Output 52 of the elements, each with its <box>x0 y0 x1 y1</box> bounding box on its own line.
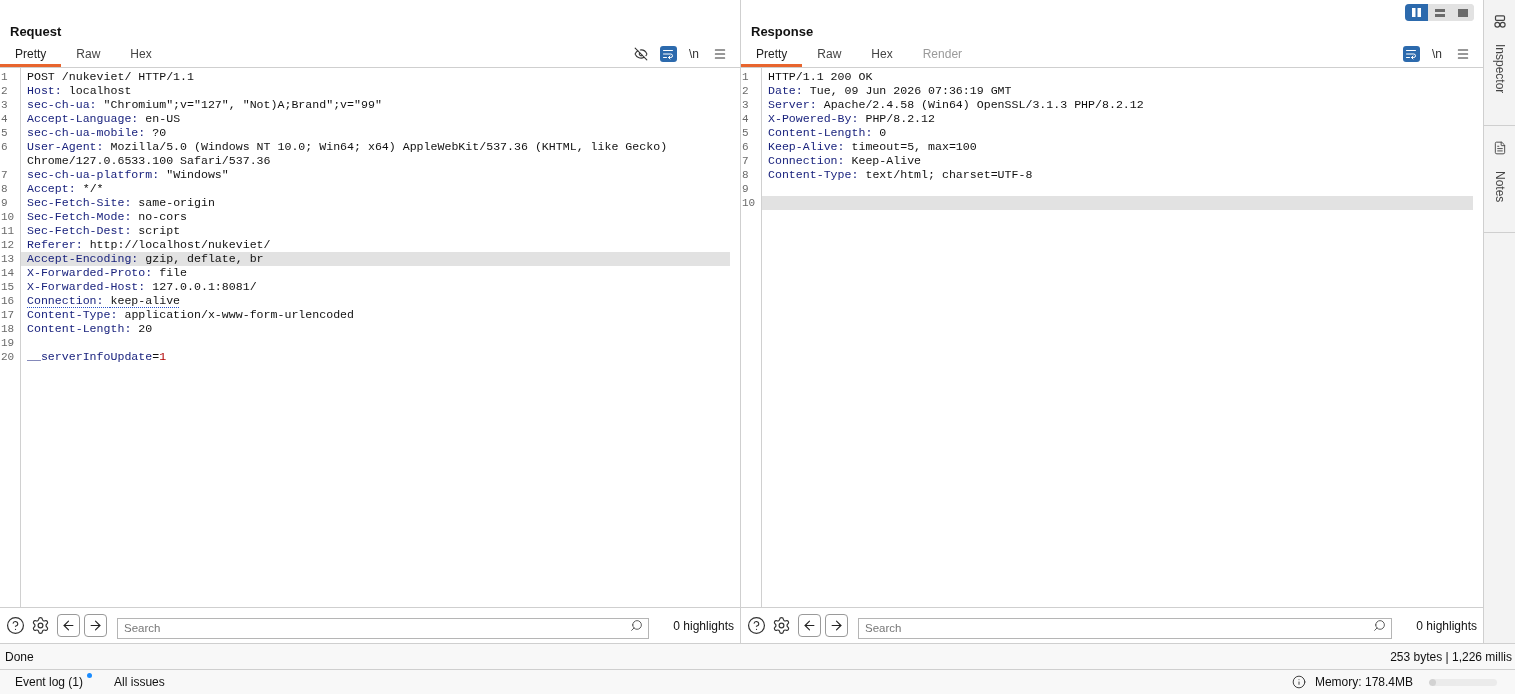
bottom-tab[interactable]: Event log (1) <box>15 673 93 691</box>
side-tab[interactable]: Notes <box>1484 126 1515 233</box>
highlights-count: 0 highlights <box>1416 617 1477 635</box>
help-button[interactable] <box>747 616 766 635</box>
menu-icon <box>1455 47 1470 61</box>
arrow-right-icon <box>829 618 844 633</box>
view-tab[interactable]: Pretty <box>0 41 62 67</box>
arrow-right-icon <box>88 618 103 633</box>
newline-button[interactable]: \n <box>687 46 701 62</box>
hide-button[interactable] <box>633 46 650 62</box>
search-field[interactable]: Search <box>117 617 650 639</box>
memory-usage: Memory: 178.4MB <box>1314 674 1413 691</box>
settings-icon <box>772 616 791 635</box>
settings-button[interactable] <box>772 616 791 635</box>
back-button[interactable] <box>798 614 821 637</box>
status-message: Done <box>5 648 34 666</box>
highlights-count: 0 highlights <box>673 617 734 635</box>
bottom-tab[interactable]: All issues <box>114 673 165 691</box>
wrap-button[interactable] <box>1403 46 1420 62</box>
glasses-icon <box>1493 15 1506 28</box>
newline-button[interactable]: \n <box>1430 46 1444 62</box>
wrap-button[interactable] <box>660 46 677 62</box>
side-tab[interactable]: Inspector <box>1484 0 1515 126</box>
wrap-icon <box>1405 48 1418 60</box>
search-field[interactable]: Search <box>858 617 1393 639</box>
menu-icon <box>712 47 727 61</box>
forward-button[interactable] <box>825 614 848 637</box>
document-icon <box>1492 141 1507 155</box>
view-tab[interactable]: Pretty <box>741 41 803 67</box>
rows-icon <box>1434 8 1445 17</box>
pane-title: Response <box>751 23 814 40</box>
help-button[interactable] <box>6 616 25 635</box>
settings-icon <box>31 616 50 635</box>
square-icon <box>1457 8 1468 17</box>
search-icon <box>630 619 644 632</box>
eye-off-icon <box>634 47 649 61</box>
search-icon <box>1373 619 1387 632</box>
help-icon <box>747 616 766 635</box>
view-tab[interactable]: Raw <box>61 41 116 67</box>
info-icon <box>1291 675 1306 689</box>
pane-title: Request <box>10 23 62 40</box>
help-icon <box>6 616 25 635</box>
back-button[interactable] <box>57 614 80 637</box>
view-tab[interactable]: Hex <box>115 41 167 67</box>
view-tab[interactable]: Hex <box>856 41 908 67</box>
settings-button[interactable] <box>31 616 50 635</box>
wrap-icon <box>662 48 675 60</box>
response-stats: 253 bytes | 1,226 millis <box>1390 648 1512 666</box>
view-tab[interactable]: Raw <box>802 41 857 67</box>
layout-button[interactable] <box>1405 4 1428 21</box>
forward-button[interactable] <box>84 614 107 637</box>
columns-icon <box>1412 8 1421 17</box>
